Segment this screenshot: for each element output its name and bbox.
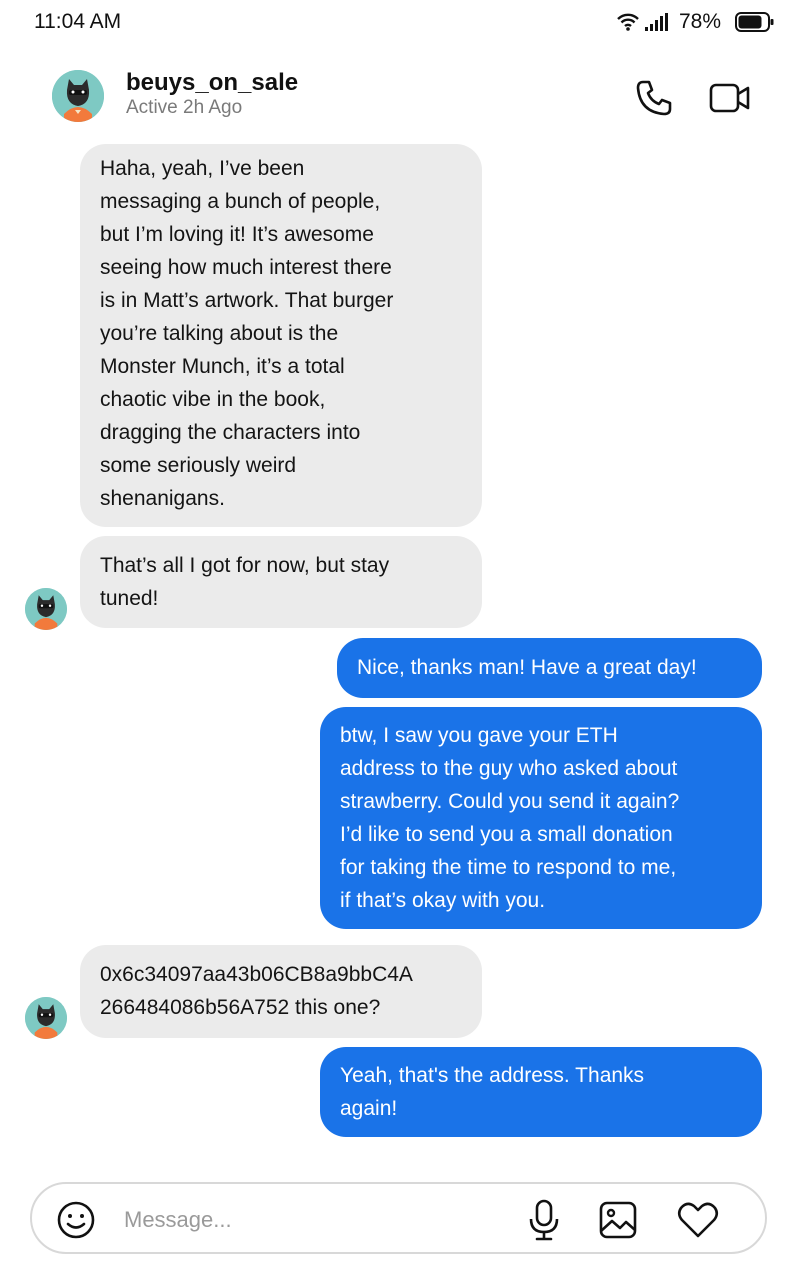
voice-call-button[interactable]	[634, 78, 674, 118]
image-icon	[599, 1201, 637, 1239]
message-bubble-outgoing[interactable]: Yeah, that's the address. Thanks again!	[320, 1047, 762, 1137]
status-time: 11:04 AM	[34, 10, 122, 33]
battery-icon	[735, 12, 774, 32]
contact-name[interactable]: beuys_on_sale	[126, 69, 298, 97]
message-bubble-incoming[interactable]: 0x6c34097aa43b06CB8a9bbC4A 266484086b56A…	[80, 945, 482, 1038]
message-line: some seriously weird	[100, 454, 297, 477]
voice-message-button[interactable]	[526, 1198, 562, 1242]
cat-avatar-icon	[52, 70, 104, 122]
message-line: btw, I saw you gave your ETH	[340, 724, 618, 747]
avatar[interactable]	[25, 997, 67, 1039]
signal-icon	[644, 13, 668, 31]
message-line: shenanigans.	[100, 487, 225, 510]
status-bar: 11:04 AM 78%	[0, 0, 797, 48]
wifi-icon	[617, 13, 639, 31]
microphone-icon	[529, 1199, 559, 1241]
message-line: for taking the time to respond to me,	[340, 856, 677, 879]
message-line: 0x6c34097aa43b06CB8a9bbC4A	[100, 963, 413, 986]
emoji-button[interactable]	[56, 1200, 96, 1240]
message-line: tuned!	[100, 587, 159, 610]
like-button[interactable]	[676, 1200, 720, 1240]
battery-percentage: 78%	[678, 10, 721, 33]
message-line: I’d like to send you a small donation	[340, 823, 673, 846]
message-line: is in Matt’s artwork. That burger	[100, 289, 394, 312]
contact-status: Active 2h Ago	[126, 97, 243, 118]
avatar[interactable]	[25, 588, 67, 630]
cat-avatar-icon	[25, 588, 67, 630]
message-bubble-outgoing[interactable]: Nice, thanks man! Have a great day!	[337, 638, 762, 698]
message-line: chaotic vibe in the book,	[100, 388, 326, 411]
message-line: Yeah, that's the address. Thanks	[340, 1064, 645, 1087]
message-line: Nice, thanks man! Have a great day!	[357, 656, 697, 679]
message-line: you’re talking about is the	[100, 322, 339, 345]
chat-header: beuys_on_sale Active 2h Ago	[0, 62, 797, 128]
message-input[interactable]	[124, 1204, 504, 1236]
gallery-button[interactable]	[598, 1200, 638, 1240]
message-line: That’s all I got for now, but stay	[100, 554, 390, 577]
video-call-button[interactable]	[708, 80, 754, 116]
message-line: messaging a bunch of people,	[100, 190, 381, 213]
message-bubble-incoming[interactable]: Haha, yeah, I’ve been messaging a bunch …	[80, 144, 482, 527]
smiley-icon	[57, 1201, 95, 1239]
message-line: Haha, yeah, I’ve been	[100, 157, 305, 180]
message-line: again!	[340, 1097, 398, 1120]
message-line: dragging the characters into	[100, 421, 361, 444]
status-indicators: 78%	[617, 10, 775, 34]
message-line: seeing how much interest there	[100, 256, 392, 279]
message-composer	[30, 1182, 767, 1254]
cat-avatar-icon	[25, 997, 67, 1039]
phone-icon	[636, 80, 672, 116]
video-camera-icon	[709, 83, 750, 113]
avatar[interactable]	[52, 70, 104, 122]
message-line: if that’s okay with you.	[340, 889, 546, 912]
heart-icon	[677, 1202, 719, 1238]
message-line: but I’m loving it! It’s awesome	[100, 223, 374, 246]
message-line: Monster Munch, it’s a total	[100, 355, 345, 378]
message-line: strawberry. Could you send it again?	[340, 790, 680, 813]
message-bubble-incoming[interactable]: That’s all I got for now, but stay tuned…	[80, 536, 482, 628]
message-line: address to the guy who asked about	[340, 757, 678, 780]
message-bubble-outgoing[interactable]: btw, I saw you gave your ETH address to …	[320, 707, 762, 929]
message-line: 266484086b56A752 this one?	[100, 996, 381, 1019]
